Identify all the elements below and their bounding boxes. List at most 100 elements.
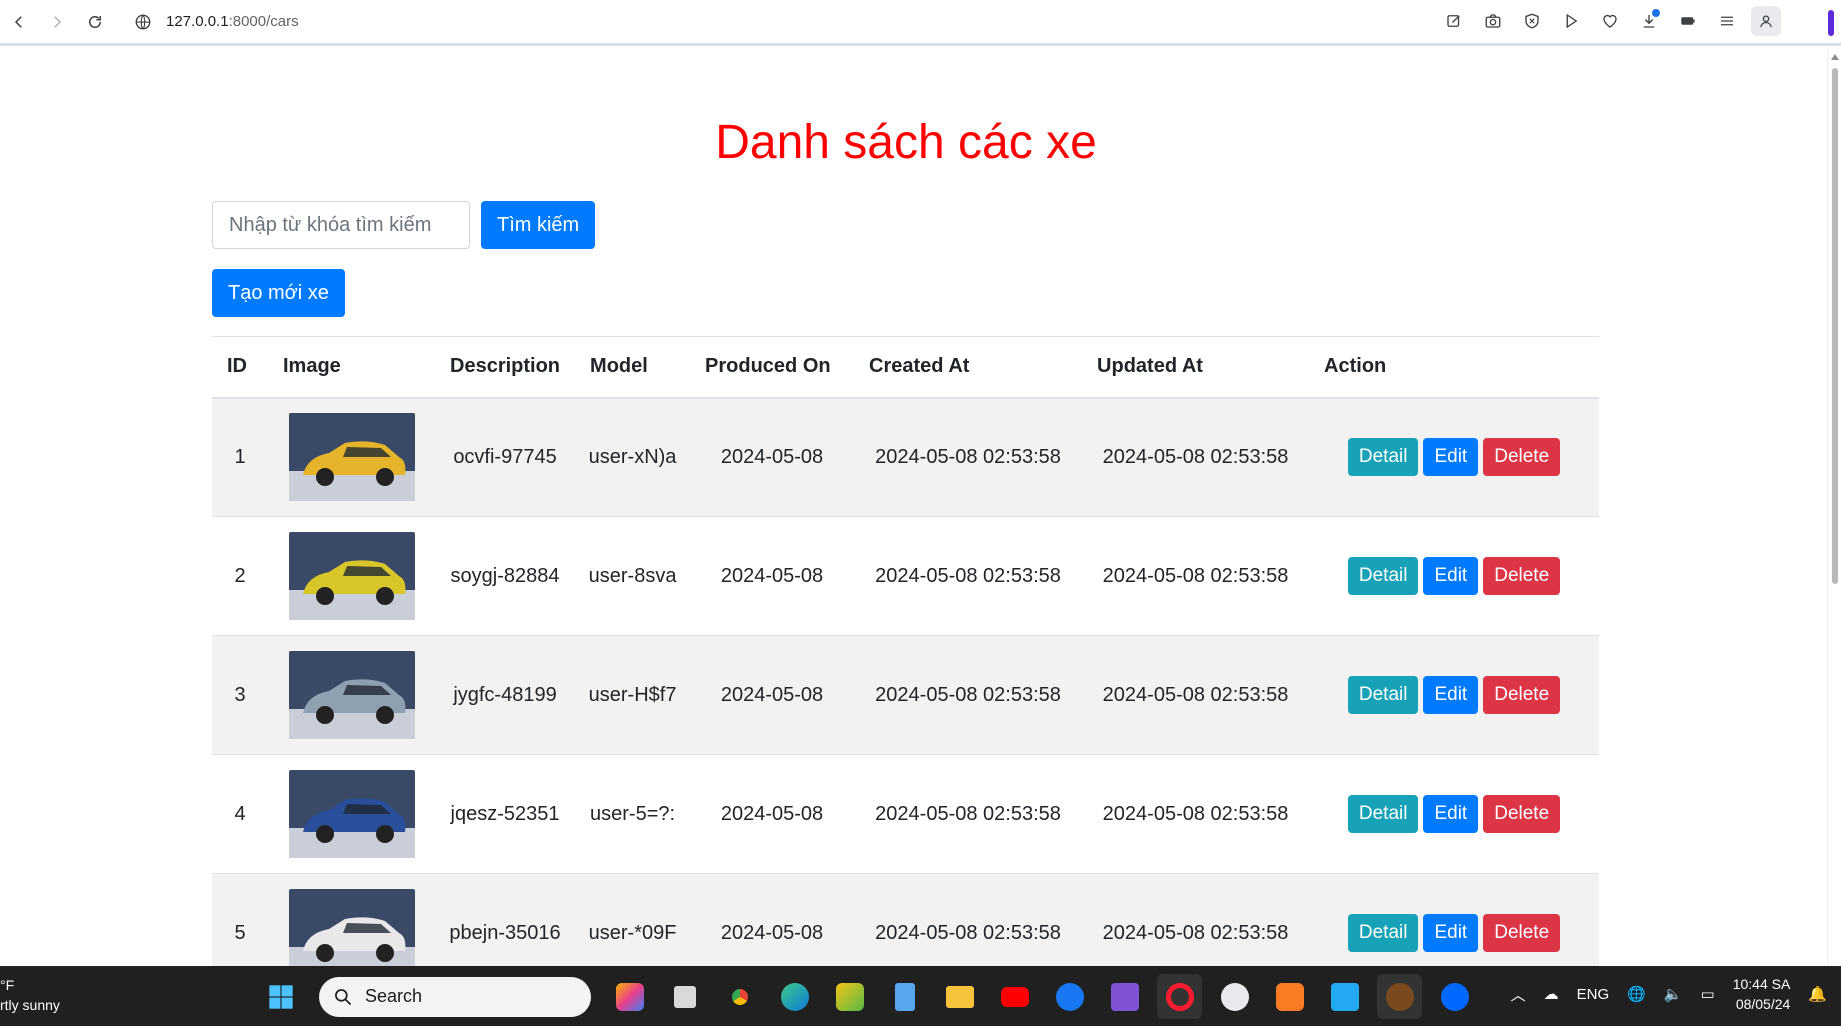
- header-created-at: Created At: [854, 336, 1083, 399]
- adblock-button[interactable]: [1517, 6, 1547, 36]
- table-row: 1 ocvfi-97745 user-xN)a 2024-05-08 2024-…: [212, 397, 1599, 517]
- address-bar[interactable]: 127.0.0.1:8000/cars: [134, 13, 299, 31]
- car-image: [288, 532, 415, 620]
- network-icon[interactable]: 🌐: [1627, 985, 1646, 1003]
- detail-button[interactable]: Detail: [1347, 795, 1419, 833]
- delete-button[interactable]: Delete: [1483, 914, 1561, 953]
- notification-bell-icon[interactable]: 🔔: [1808, 985, 1827, 1003]
- notepad-app[interactable]: [882, 974, 927, 1019]
- detail-button[interactable]: Detail: [1347, 676, 1419, 714]
- cell-created-at: 2024-05-08 02:53:58: [854, 397, 1083, 517]
- vscode-app[interactable]: [1322, 974, 1367, 1019]
- url-path: :8000/cars: [228, 13, 299, 30]
- scroll-up-arrow[interactable]: [1831, 54, 1839, 60]
- cell-produced-on: 2024-05-08: [690, 397, 855, 517]
- car-image: [288, 413, 415, 502]
- page-title: Danh sách các xe: [715, 116, 1097, 169]
- car-image: [288, 651, 415, 739]
- edit-page-button[interactable]: [1439, 6, 1469, 36]
- android-studio-app[interactable]: [1212, 974, 1257, 1019]
- edit-button[interactable]: Edit: [1423, 795, 1479, 833]
- weather-temp: °F: [0, 977, 15, 993]
- search-input[interactable]: [212, 201, 470, 249]
- cell-produced-on: 2024-05-08: [690, 516, 855, 636]
- cell-actions: Detail Edit Delete: [1309, 635, 1599, 755]
- notification-dot: [1652, 9, 1660, 17]
- cell-model: user-H$f7: [575, 635, 691, 755]
- cell-id: 5: [212, 873, 268, 967]
- cell-model: user-*09F: [575, 873, 691, 967]
- system-tray: ︿ ☁ ENG 🌐 🔈 ▭ 10:44 SA 08/05/24 🔔: [1511, 974, 1827, 1014]
- clock[interactable]: 10:44 SA 08/05/24: [1733, 974, 1791, 1014]
- scrollbar-thumb[interactable]: [1832, 68, 1838, 584]
- chrome-app[interactable]: [717, 974, 762, 1019]
- delete-button[interactable]: Delete: [1483, 795, 1561, 833]
- edit-button[interactable]: Edit: [1423, 438, 1479, 477]
- delete-button[interactable]: Delete: [1483, 438, 1561, 477]
- weather-widget[interactable]: °F rtly sunny: [0, 975, 60, 1015]
- language-indicator[interactable]: ENG: [1577, 986, 1610, 1003]
- cell-created-at: 2024-05-08 02:53:58: [854, 754, 1083, 874]
- visual-studio-app[interactable]: [1102, 974, 1147, 1019]
- url-host: 127.0.0.1: [166, 13, 229, 30]
- facebook-app[interactable]: [1047, 974, 1092, 1019]
- battery-icon: [1681, 17, 1695, 25]
- edge-icon: [780, 982, 809, 1011]
- easy-setup-button[interactable]: [1712, 6, 1742, 36]
- shield-icon: [1525, 13, 1539, 29]
- start-button[interactable]: [258, 974, 303, 1019]
- delete-button[interactable]: Delete: [1483, 557, 1561, 595]
- detail-button[interactable]: Detail: [1347, 438, 1419, 477]
- battery-icon[interactable]: ▭: [1701, 985, 1715, 1003]
- clock-date: 08/05/24: [1735, 996, 1791, 1012]
- taskbar-search[interactable]: Search: [319, 976, 591, 1017]
- cell-description: ocvfi-97745: [435, 397, 576, 517]
- cell-image: [268, 397, 435, 517]
- camera-icon: [1485, 14, 1501, 28]
- chevron-up-icon[interactable]: ︿: [1511, 984, 1526, 1005]
- youtube-app[interactable]: [992, 974, 1037, 1019]
- delete-button[interactable]: Delete: [1483, 676, 1561, 714]
- snapshot-button[interactable]: [1478, 6, 1508, 36]
- cell-model: user-xN)a: [575, 397, 691, 517]
- edit-button[interactable]: Edit: [1423, 676, 1479, 714]
- game-app[interactable]: [1377, 974, 1422, 1019]
- create-car-button[interactable]: Tạo mới xe: [212, 269, 345, 317]
- header-id: ID: [212, 336, 268, 399]
- profile-button[interactable]: [1751, 6, 1781, 36]
- detail-button[interactable]: Detail: [1347, 557, 1419, 595]
- file-explorer-app[interactable]: [937, 974, 982, 1019]
- onedrive-icon[interactable]: ☁: [1544, 985, 1559, 1003]
- reload-button[interactable]: [76, 3, 114, 41]
- page-scrollbar[interactable]: [1827, 50, 1841, 966]
- edit-button[interactable]: Edit: [1423, 557, 1479, 595]
- volume-icon[interactable]: 🔈: [1664, 985, 1683, 1003]
- detail-button[interactable]: Detail: [1347, 914, 1419, 953]
- edit-button[interactable]: Edit: [1423, 914, 1479, 953]
- edge-app[interactable]: [772, 974, 817, 1019]
- search-form: Tìm kiếm: [212, 201, 596, 249]
- xampp-app[interactable]: [1267, 974, 1312, 1019]
- favorites-button[interactable]: [1595, 6, 1625, 36]
- snipping-app[interactable]: [827, 974, 872, 1019]
- task-view-icon: [673, 985, 696, 1008]
- zalo-app[interactable]: [1432, 974, 1477, 1019]
- battery-saver-button[interactable]: [1673, 6, 1703, 36]
- cell-model: user-5=?:: [575, 754, 691, 874]
- sidebar-toggle[interactable]: [1828, 10, 1834, 36]
- header-image: Image: [268, 336, 435, 399]
- forward-button[interactable]: [38, 3, 76, 41]
- copilot-app[interactable]: [607, 974, 652, 1019]
- opera-app[interactable]: [1157, 974, 1202, 1019]
- clock-time: 10:44 SA: [1732, 976, 1791, 992]
- cell-updated-at: 2024-05-08 02:53:58: [1082, 397, 1310, 517]
- cell-created-at: 2024-05-08 02:53:58: [854, 873, 1083, 967]
- android-studio-icon: [1220, 982, 1249, 1011]
- game-icon: [1385, 982, 1414, 1011]
- player-button[interactable]: [1556, 6, 1586, 36]
- back-button[interactable]: [0, 3, 38, 41]
- search-button[interactable]: Tìm kiếm: [481, 201, 596, 249]
- chrome-icon: [726, 983, 754, 1011]
- task-view-app[interactable]: [662, 974, 707, 1019]
- downloads-button[interactable]: [1634, 6, 1664, 36]
